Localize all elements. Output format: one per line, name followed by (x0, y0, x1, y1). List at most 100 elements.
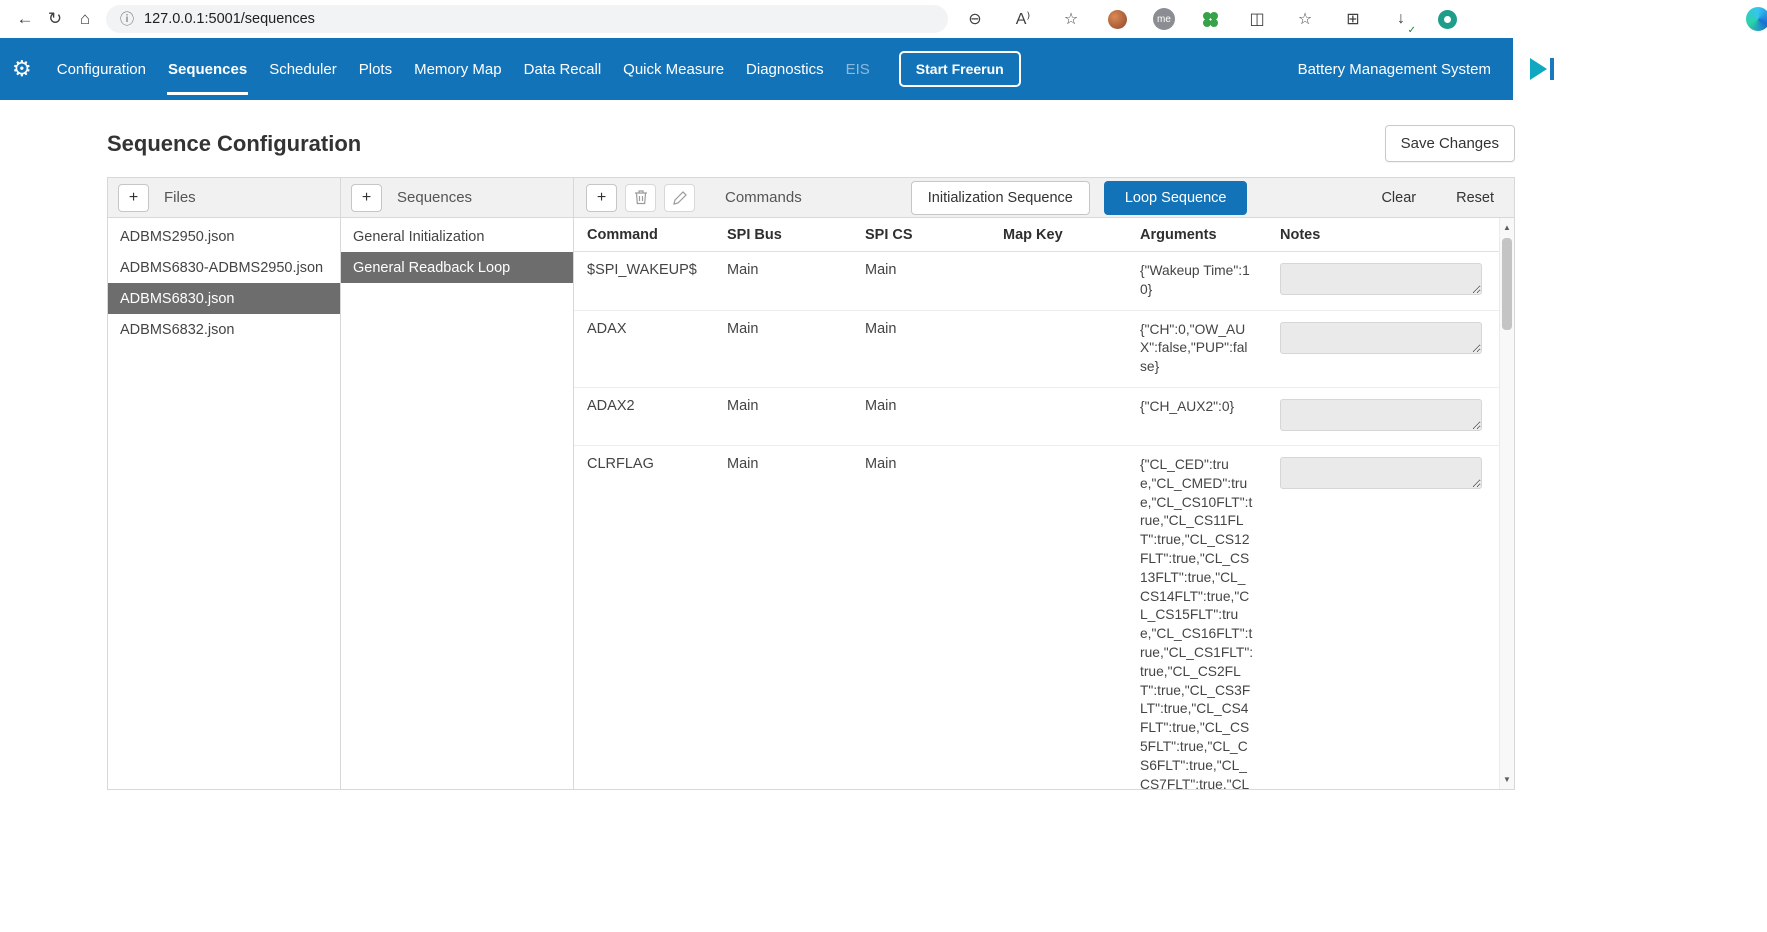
reset-button[interactable]: Reset (1456, 190, 1494, 206)
home-icon[interactable]: ⌂ (70, 4, 100, 34)
col-arguments: Arguments (1140, 218, 1280, 251)
spi-bus-cell: Main (727, 311, 865, 347)
refresh-icon[interactable]: ↻ (40, 4, 70, 34)
split-screen-icon[interactable]: ◫ (1246, 4, 1268, 34)
url-text: 127.0.0.1:5001/sequences (144, 11, 315, 27)
nav-menu: Configuration Sequences Scheduler Plots … (46, 38, 881, 100)
browser-actions: ⊖ A⁾ ☆ me ◫ ☆ ⊞ ↓ ✓ (964, 4, 1457, 34)
sequence-item-general-initialization[interactable]: General Initialization (341, 221, 573, 252)
nav-item-quick-measure[interactable]: Quick Measure (612, 38, 735, 100)
map-key-cell (1003, 446, 1140, 466)
page-title: Sequence Configuration (107, 131, 361, 157)
spi-cs-cell: Main (865, 388, 1003, 424)
read-aloud-icon[interactable]: A⁾ (1012, 4, 1034, 34)
spi-bus-cell: Main (727, 252, 865, 288)
notes-input[interactable] (1280, 322, 1482, 354)
sidebar-toggle-button[interactable] (1513, 38, 1570, 100)
notes-cell (1280, 388, 1499, 445)
start-freerun-button[interactable]: Start Freerun (899, 51, 1021, 87)
add-file-button[interactable]: + (118, 184, 149, 212)
command-row-adax[interactable]: ADAX Main Main {"CH":0,"OW_AUX":false,"P… (574, 311, 1499, 388)
file-item-adbms2950[interactable]: ADBMS2950.json (108, 221, 340, 252)
extension-icon-orange[interactable] (1108, 10, 1127, 29)
add-sequence-button[interactable]: + (351, 184, 382, 212)
downloads-icon[interactable]: ↓ ✓ (1390, 4, 1412, 34)
file-item-adbms6832[interactable]: ADBMS6832.json (108, 314, 340, 345)
add-command-button[interactable]: + (586, 184, 617, 212)
spi-cs-cell: Main (865, 311, 1003, 347)
notes-cell (1280, 446, 1499, 503)
scrollbar-thumb[interactable] (1502, 238, 1512, 330)
scroll-down-icon[interactable]: ▼ (1500, 772, 1514, 787)
extension-icon-teal[interactable] (1438, 10, 1457, 29)
command-cell: CLRFLAG (587, 446, 727, 482)
site-info-icon[interactable]: ⓘ (120, 9, 134, 29)
loop-sequence-button[interactable]: Loop Sequence (1104, 181, 1248, 215)
nav-item-sequences[interactable]: Sequences (157, 38, 258, 100)
pencil-icon (673, 191, 687, 205)
sequences-list: General Initialization General Readback … (341, 218, 573, 283)
files-panel-header: + Files (108, 178, 340, 218)
sequence-configuration-page: Sequence Configuration Save Changes + Fi… (107, 125, 1515, 790)
nav-item-configuration[interactable]: Configuration (46, 38, 157, 100)
scroll-up-icon[interactable]: ▲ (1500, 220, 1514, 235)
notes-input[interactable] (1280, 399, 1482, 431)
edge-logo-icon[interactable] (1746, 7, 1767, 31)
clear-button[interactable]: Clear (1381, 190, 1416, 206)
play-icon-bar (1550, 58, 1554, 80)
download-check-icon: ✓ (1408, 25, 1416, 36)
nav-item-plots[interactable]: Plots (348, 38, 403, 100)
page-header: Sequence Configuration Save Changes (107, 125, 1515, 162)
col-map-key: Map Key (1003, 218, 1140, 251)
col-command: Command (587, 218, 727, 251)
spi-cs-cell: Main (865, 446, 1003, 482)
files-panel: + Files ADBMS2950.json ADBMS6830-ADBMS29… (107, 177, 341, 790)
delete-command-button[interactable] (625, 184, 656, 212)
file-item-adbms6830[interactable]: ADBMS6830.json (108, 283, 340, 314)
map-key-cell (1003, 388, 1140, 408)
sequence-item-general-readback-loop[interactable]: General Readback Loop (341, 252, 573, 283)
notes-input[interactable] (1280, 457, 1482, 489)
back-icon[interactable]: ← (10, 4, 40, 34)
commands-panel-title: Commands (725, 189, 802, 206)
nav-item-scheduler[interactable]: Scheduler (258, 38, 348, 100)
table-scrollbar[interactable]: ▲ ▼ (1499, 218, 1514, 789)
command-row-clrflag[interactable]: CLRFLAG Main Main {"CL_CED":true,"CL_CME… (574, 446, 1499, 789)
nav-item-diagnostics[interactable]: Diagnostics (735, 38, 835, 100)
nav-item-eis: EIS (835, 38, 881, 100)
initialization-sequence-button[interactable]: Initialization Sequence (911, 181, 1090, 215)
address-bar[interactable]: ⓘ 127.0.0.1:5001/sequences (106, 5, 948, 33)
command-row-spi-wakeup[interactable]: $SPI_WAKEUP$ Main Main {"Wakeup Time":10… (574, 252, 1499, 311)
download-arrow-icon: ↓ (1397, 10, 1405, 28)
commands-table: Command SPI Bus SPI CS Map Key Arguments… (574, 218, 1514, 789)
zoom-out-icon[interactable]: ⊖ (964, 4, 986, 34)
sequences-panel: + Sequences General Initialization Gener… (340, 177, 574, 790)
files-panel-title: Files (164, 189, 196, 206)
spi-cs-cell: Main (865, 252, 1003, 288)
map-key-cell (1003, 252, 1140, 272)
notes-input[interactable] (1280, 263, 1482, 295)
file-item-adbms6830-adbms2950[interactable]: ADBMS6830-ADBMS2950.json (108, 252, 340, 283)
notes-cell (1280, 311, 1499, 368)
command-cell: ADAX2 (587, 388, 727, 424)
save-changes-button[interactable]: Save Changes (1385, 125, 1515, 162)
collections-icon[interactable]: ⊞ (1342, 4, 1364, 34)
col-spi-cs: SPI CS (865, 218, 1003, 251)
command-cell: ADAX (587, 311, 727, 347)
extension-icon-green[interactable] (1201, 10, 1220, 29)
command-row-adax2[interactable]: ADAX2 Main Main {"CH_AUX2":0} (574, 388, 1499, 446)
edit-command-button[interactable] (664, 184, 695, 212)
arguments-cell: {"Wakeup Time":10} (1140, 252, 1262, 310)
command-cell: $SPI_WAKEUP$ (587, 252, 727, 288)
favorites-hub-icon[interactable]: ☆ (1294, 4, 1316, 34)
app-title: Battery Management System (1298, 61, 1491, 78)
favorite-star-icon[interactable]: ☆ (1060, 4, 1082, 34)
profile-badge[interactable]: me (1153, 8, 1175, 30)
commands-toolbar: + Commands Initialization Sequence Loop … (574, 178, 1514, 218)
gear-icon[interactable]: ⚙ (12, 56, 32, 82)
nav-item-data-recall[interactable]: Data Recall (513, 38, 613, 100)
nav-item-memory-map[interactable]: Memory Map (403, 38, 513, 100)
clover-icon (1201, 10, 1220, 29)
commands-table-header: Command SPI Bus SPI CS Map Key Arguments… (574, 218, 1499, 252)
col-spi-bus: SPI Bus (727, 218, 865, 251)
